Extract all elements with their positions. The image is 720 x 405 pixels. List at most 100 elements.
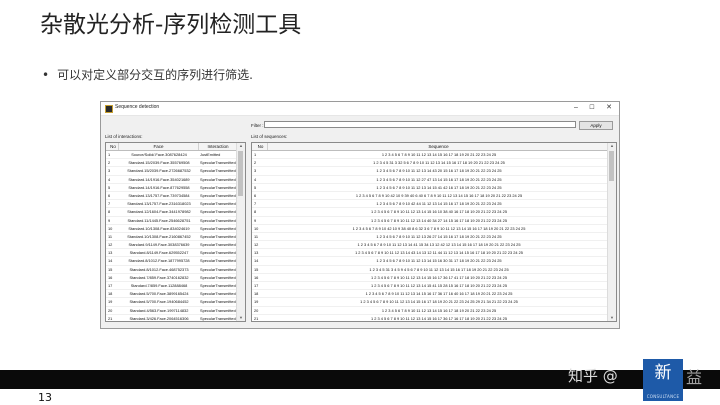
- table-row[interactable]: 1 1 2 3 4 5 6 7 8 9 10 11 12 13 14 15 16 …: [252, 151, 610, 160]
- maximize-icon[interactable]: ☐: [585, 103, 599, 113]
- table-cell: SpecularTransmitted: [200, 160, 236, 166]
- table-cell: Standard.8/1012.Face.468752373: [129, 266, 189, 272]
- table-cell: Standard.14/1916.Face.354021689: [128, 176, 190, 182]
- table-row[interactable]: 15 Standard.8/1012.Face.468752373 Specular…: [106, 266, 237, 274]
- table-row[interactable]: 6 1 2 3 4 5 6 7 8 9 10 42 10 9 39 40 6 40…: [252, 192, 610, 201]
- table-row[interactable]: 11 Standard.10/1308.Face.2160867452 Specul…: [106, 233, 237, 242]
- table-row[interactable]: 3 Standard.15/2039.Face.2726687532 Specula…: [106, 167, 237, 176]
- interactions-table: No Face Interaction 1 Source/Solid/.Face.…: [105, 142, 246, 322]
- sequences-scrollbar[interactable]: ▲ ▼: [607, 143, 616, 321]
- table-row[interactable]: 2 1 2 3 4 5 31 3 32 5 6 7 8 9 10 11 12 13…: [252, 159, 610, 168]
- table-row[interactable]: 20 1 2 3 4 5 6 7 8 9 10 11 12 13 14 15 16…: [252, 307, 610, 315]
- table-row[interactable]: 2 Standard.15/2039.Face.355769508 Specular…: [106, 159, 237, 168]
- table-row[interactable]: 16 Standard.7/859.Face.3740162832 Specular…: [106, 274, 237, 282]
- table-row[interactable]: 13 1 2 3 4 5 6 7 8 9 10 11 12 13 14 43 14…: [252, 249, 610, 258]
- table-row[interactable]: 19 Standard.5/700.Face.1940684452 Specular…: [106, 298, 237, 307]
- minimize-icon[interactable]: –: [569, 103, 583, 113]
- column-header-no[interactable]: No: [252, 143, 268, 150]
- window-titlebar[interactable]: Sequence detection – ☐ ✕: [101, 102, 619, 116]
- table-cell: 14: [108, 258, 113, 264]
- table-cell: SpecularTransmitted: [200, 192, 236, 198]
- table-row[interactable]: 11 1 2 3 4 5 6 7 8 9 10 11 12 13 26 27 14…: [252, 233, 610, 242]
- scroll-up-icon[interactable]: ▲: [237, 143, 245, 149]
- apply-button[interactable]: Apply: [579, 121, 613, 130]
- app-icon: [105, 105, 113, 113]
- table-row[interactable]: 6 Standard.13/1757.Face.739734584 Specular…: [106, 192, 237, 201]
- column-header-no[interactable]: No: [106, 143, 119, 150]
- scrollbar-thumb[interactable]: [609, 151, 614, 181]
- table-cell: 1 2 3 4 5 6 7 8 9 10 11 12 13 14 15 16 1…: [360, 299, 518, 305]
- table-row[interactable]: 19 1 2 3 4 5 6 7 8 9 10 11 12 13 14 15 16…: [252, 298, 610, 307]
- bullet-text: 可以对定义部分交互的序列进行筛选.: [57, 68, 253, 82]
- table-cell: 1 2 3 4 5 31 3 32 5 6 7 8 9 10 11 12 13 …: [373, 160, 505, 166]
- table-row[interactable]: 17 Standard.7/859.Face.112888468 SpecularT…: [106, 282, 237, 291]
- table-row[interactable]: 4 1 2 3 4 5 6 7 8 9 10 11 12 27 47 13 14 …: [252, 176, 610, 184]
- scroll-down-icon[interactable]: ▼: [608, 315, 616, 321]
- table-cell: 1 2 3 4 5 6 7 8 9 10 42 10 9 39 40 6 40 …: [355, 192, 523, 198]
- logo-extra: 益: [686, 368, 703, 387]
- scroll-down-icon[interactable]: ▼: [237, 315, 245, 321]
- sequences-table: No Sequence 1 1 2 3 4 5 6 7 8 9 10 11 12 …: [251, 142, 617, 322]
- table-row[interactable]: 8 1 2 3 4 5 6 7 8 9 10 11 12 13 14 15 16 …: [252, 208, 610, 217]
- table-row[interactable]: 21 1 2 3 4 5 6 7 8 9 10 11 12 13 14 15 16…: [252, 315, 610, 321]
- table-row[interactable]: 9 Standard.11/1445.Face.2546628751 Specula…: [106, 217, 237, 225]
- table-row[interactable]: 7 Standard.13/1757.Face.2316318023 Specula…: [106, 200, 237, 209]
- table-cell: 19: [108, 299, 113, 305]
- table-row[interactable]: 5 Standard.14/1916.Face.877629558 Specular…: [106, 184, 237, 192]
- table-cell: SpecularTransmitted: [200, 258, 236, 264]
- filter-label: Filter :: [251, 123, 264, 128]
- filter-input[interactable]: [264, 121, 576, 128]
- table-cell: Standard.8/1012.Face.1877995728: [128, 258, 190, 264]
- table-cell: SpecularTransmitted: [200, 315, 236, 321]
- table-cell: 1: [108, 152, 111, 157]
- table-row[interactable]: 5 1 2 3 4 5 6 7 8 9 10 11 12 13 14 15 41 …: [252, 184, 610, 192]
- column-header-sequence[interactable]: Sequence: [268, 143, 610, 150]
- table-cell: 1 2 3 4 5 6 7 8 9 10 11 12 13 14 15 16 1…: [370, 274, 507, 280]
- table-row[interactable]: 12 Standard.9/1149.Face.3038376639 Specula…: [106, 241, 237, 250]
- table-cell: 5: [108, 184, 111, 190]
- table-row[interactable]: 1 Source/Solid/.Face.3087628424 JustEmitte…: [106, 151, 237, 160]
- table-cell: 1 2 3 4 5 6 7 8 9 10 11 12 13 14 43 14 1…: [355, 250, 523, 256]
- table-row[interactable]: 12 1 2 3 4 5 6 7 8 9 10 11 12 13 14 41 15…: [252, 241, 610, 250]
- table-row[interactable]: 17 1 2 3 4 5 6 7 8 9 10 11 12 13 14 15 41…: [252, 282, 610, 291]
- table-cell: Standard.11/1445.Face.2546628751: [127, 217, 191, 223]
- table-row[interactable]: 18 1 2 3 4 5 6 7 8 9 10 11 12 13 14 15 16…: [252, 290, 610, 299]
- close-icon[interactable]: ✕: [602, 103, 616, 113]
- table-cell: 10: [254, 225, 259, 231]
- table-row[interactable]: 8 Standard.12/1604.Face.3441978982 Specula…: [106, 208, 237, 217]
- table-cell: SpecularTransmitted: [200, 291, 236, 297]
- table-row[interactable]: 10 1 2 3 4 5 6 7 8 9 10 42 10 9 38 40 8 6…: [252, 225, 610, 233]
- table-row[interactable]: 14 1 2 3 4 5 6 7 8 9 10 11 12 13 14 15 16…: [252, 257, 610, 266]
- table-cell: 18: [108, 291, 113, 297]
- table-cell: Standard.13/1757.Face.2316318023: [127, 201, 191, 207]
- table-cell: 17: [108, 283, 113, 288]
- table-row[interactable]: 21 Standard.3/426.Face.2064516306 Specular…: [106, 315, 237, 321]
- table-row[interactable]: 16 1 2 3 4 5 6 7 8 9 10 11 12 13 14 15 16…: [252, 274, 610, 282]
- interactions-caption: List of interactions:: [105, 134, 143, 139]
- column-header-face[interactable]: Face: [119, 143, 199, 150]
- scrollbar-thumb[interactable]: [238, 151, 243, 196]
- table-row[interactable]: 13 Standard.8/1149.Face.629552247 Specular…: [106, 249, 237, 258]
- table-cell: 16: [108, 274, 113, 280]
- interactions-scrollbar[interactable]: ▲ ▼: [236, 143, 245, 321]
- table-row[interactable]: 15 1 2 3 4 5 31 3 4 5 9 4 5 6 7 8 9 10 11…: [252, 266, 610, 274]
- table-row[interactable]: 10 Standard.10/1308.Face.834024619 Specula…: [106, 225, 237, 233]
- scroll-up-icon[interactable]: ▲: [608, 143, 616, 149]
- table-row[interactable]: 7 1 2 3 4 5 6 7 8 9 10 42 44 11 12 13 14 …: [252, 200, 610, 209]
- table-row[interactable]: 20 Standard.4/563.Face.1997114832 Specular…: [106, 307, 237, 315]
- table-row[interactable]: 4 Standard.14/1916.Face.354021689 Specular…: [106, 176, 237, 184]
- sequences-rows: 1 1 2 3 4 5 6 7 8 9 10 11 12 13 14 15 16 …: [252, 151, 610, 321]
- column-header-interaction[interactable]: Interaction: [199, 143, 237, 150]
- table-row[interactable]: 9 1 2 3 4 5 6 7 8 9 10 11 12 13 14 40 34 …: [252, 217, 610, 225]
- logo-text: 新: [654, 363, 672, 383]
- table-cell: Standard.7/859.Face.112888468: [130, 283, 188, 288]
- table-row[interactable]: 18 Standard.5/700.Face.3899165424 Specular…: [106, 290, 237, 299]
- table-cell: 1 2 3 4 5 6 7 8 9 10 11 12 13 26 27 14 1…: [376, 233, 502, 239]
- bullet-point: • 可以对定义部分交互的序列进行筛选.: [42, 66, 253, 83]
- table-cell: Standard.8/1149.Face.629552247: [129, 250, 189, 256]
- table-cell: 7: [108, 201, 111, 207]
- table-row[interactable]: 14 Standard.8/1012.Face.1877995728 Specula…: [106, 257, 237, 266]
- sequences-header: No Sequence: [252, 143, 610, 151]
- table-cell: 4: [254, 176, 257, 182]
- table-row[interactable]: 3 1 2 3 4 5 6 7 8 9 10 11 12 13 14 43 20 …: [252, 167, 610, 176]
